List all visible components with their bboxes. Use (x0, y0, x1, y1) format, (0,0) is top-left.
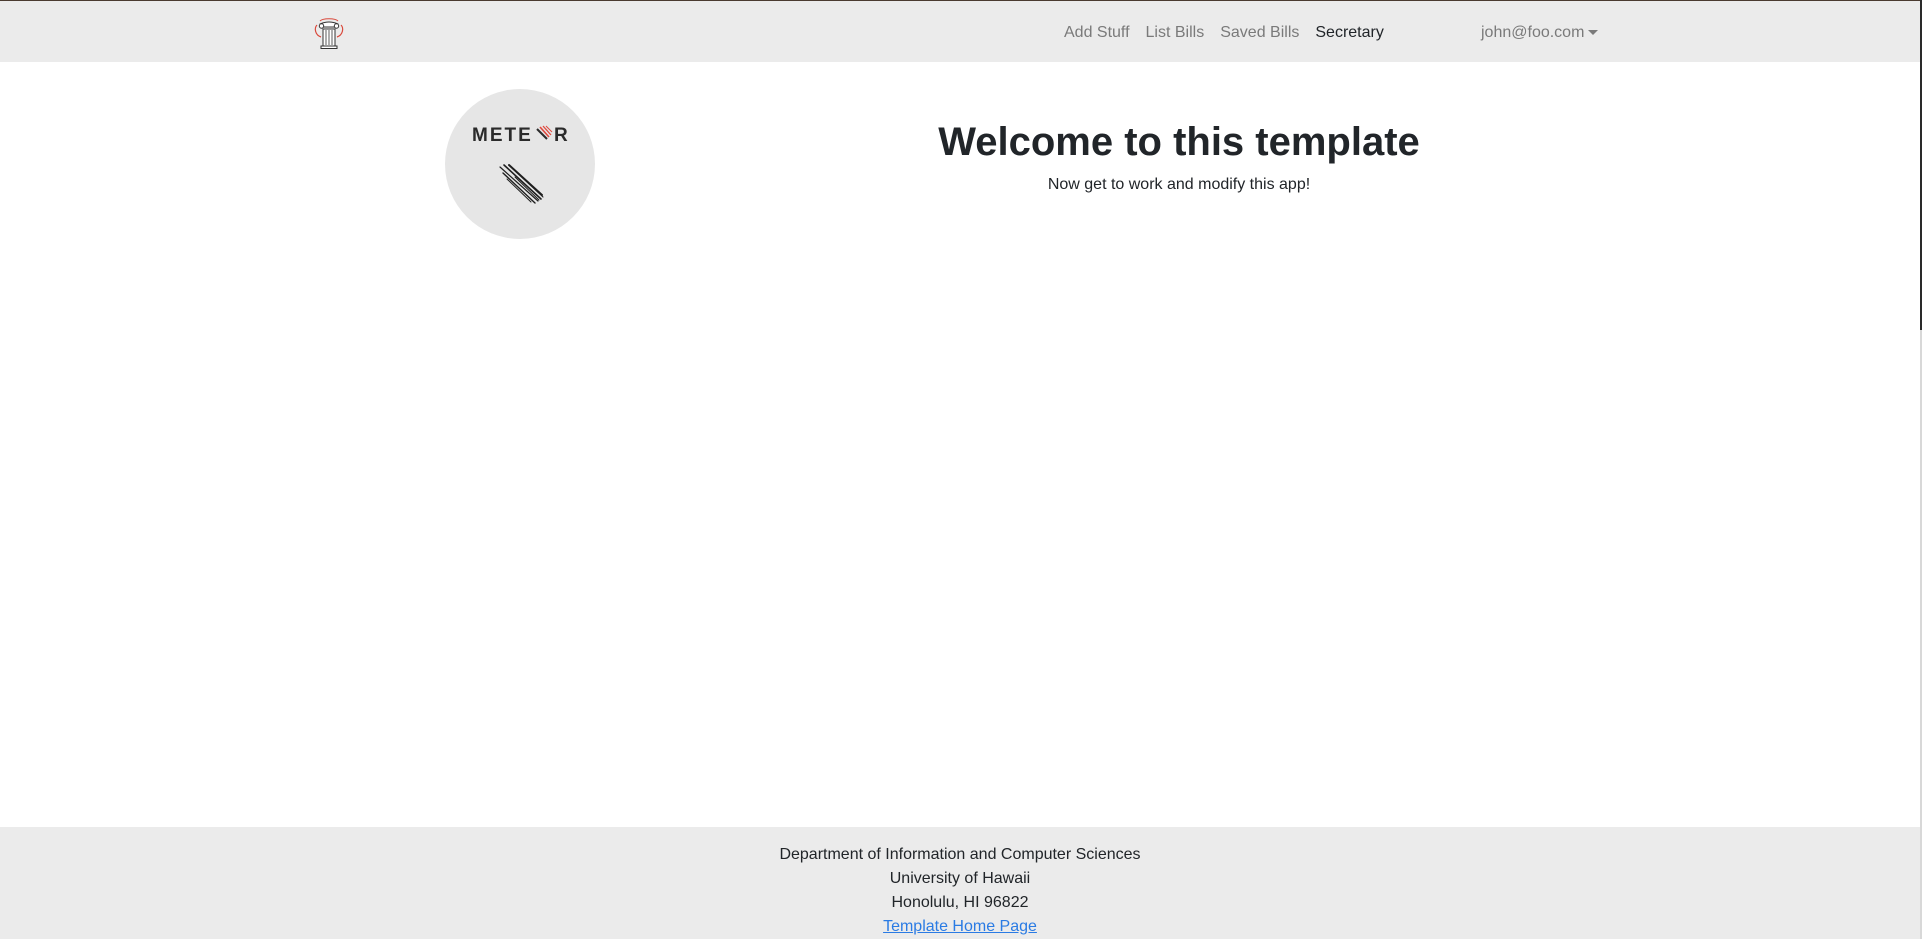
footer: Department of Information and Computer S… (0, 827, 1920, 939)
top-navbar: Add Stuff List Bills Saved Bills Secreta… (0, 0, 1920, 62)
svg-text:METE: METE (472, 125, 533, 146)
user-dropdown[interactable]: john@foo.com (1481, 23, 1599, 43)
nav-add-stuff[interactable]: Add Stuff (1056, 23, 1138, 43)
footer-address: Department of Information and Computer S… (0, 843, 1920, 939)
template-home-link[interactable]: Template Home Page (883, 918, 1037, 935)
brand-logo-link[interactable] (311, 15, 347, 51)
meteor-logo: METE R (445, 89, 595, 239)
app-window: Add Stuff List Bills Saved Bills Secreta… (0, 0, 1920, 939)
nav-list-bills[interactable]: List Bills (1138, 23, 1213, 43)
main-nav: Add Stuff List Bills Saved Bills Secreta… (1056, 23, 1392, 43)
footer-city: Honolulu, HI 96822 (891, 894, 1029, 911)
nav-saved-bills[interactable]: Saved Bills (1212, 23, 1307, 43)
user-email: john@foo.com (1481, 24, 1585, 41)
footer-university: University of Hawaii (889, 870, 1031, 887)
nav-secretary[interactable]: Secretary (1307, 23, 1391, 43)
meteor-logo-icon: METE R (472, 125, 568, 204)
svg-text:R: R (554, 125, 568, 146)
footer-department: Department of Information and Computer S… (779, 846, 1141, 863)
caret-down-icon (1588, 29, 1599, 35)
column-logo-icon (314, 18, 344, 49)
page-title: Welcome to this template (938, 120, 1420, 164)
page-subtitle: Now get to work and modify this app! (1047, 176, 1311, 193)
page: Add Stuff List Bills Saved Bills Secreta… (0, 0, 1922, 939)
